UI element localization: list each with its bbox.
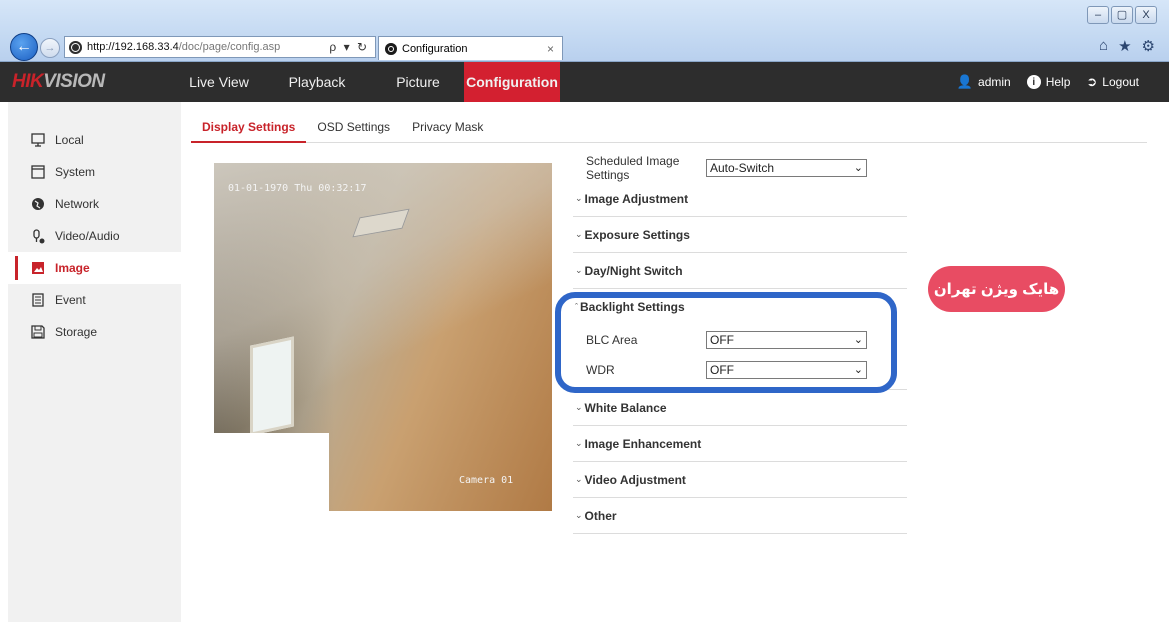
- user-menu[interactable]: 👤 admin: [957, 74, 1011, 90]
- mic-icon: [30, 228, 45, 244]
- logout-icon: ➲: [1086, 74, 1098, 89]
- back-button[interactable]: ←: [10, 33, 38, 61]
- window-controls: – ▢ X: [1087, 6, 1157, 24]
- forward-button[interactable]: →: [40, 38, 60, 58]
- section-white-balance[interactable]: ⌄ White Balance: [573, 390, 907, 426]
- nav-playback[interactable]: Playback: [262, 62, 372, 102]
- nav-configuration[interactable]: Configuration: [464, 62, 560, 102]
- osd-timestamp: 01-01-1970 Thu 00:32:17: [228, 183, 367, 194]
- user-icon: 👤: [956, 74, 974, 89]
- tab-close-icon[interactable]: ×: [547, 42, 554, 56]
- sub-tabs: Display Settings OSD Settings Privacy Ma…: [191, 112, 1147, 143]
- help-icon: i: [1026, 75, 1041, 89]
- url-path: /doc/page/config.asp: [178, 41, 281, 53]
- minimize-button[interactable]: –: [1087, 6, 1109, 24]
- osd-camera-name: Camera 01: [459, 475, 514, 486]
- maximize-button[interactable]: ▢: [1111, 6, 1133, 24]
- home-icon[interactable]: ⌂: [1099, 37, 1108, 55]
- gear-icon[interactable]: ⚙: [1142, 37, 1155, 55]
- user-area: 👤 admin i Help ➲ Logout: [957, 62, 1139, 102]
- browser-tab[interactable]: Configuration ×: [378, 36, 563, 60]
- scheduled-image-settings-select[interactable]: Auto-Switch ⌄: [706, 159, 867, 177]
- chevron-down-icon: ⌄: [575, 438, 583, 448]
- page-icon: [69, 40, 82, 54]
- tab-privacy-mask[interactable]: Privacy Mask: [401, 112, 494, 143]
- sidebar-item-image[interactable]: Image: [8, 252, 181, 284]
- live-preview[interactable]: 01-01-1970 Thu 00:32:17 Camera 01: [214, 163, 552, 511]
- nav-picture[interactable]: Picture: [372, 62, 464, 102]
- tab-osd-settings[interactable]: OSD Settings: [306, 112, 401, 143]
- favicon-icon: [385, 42, 397, 55]
- arrow-right-icon: →: [44, 42, 56, 54]
- sidebar-item-storage[interactable]: Storage: [8, 316, 181, 348]
- sidebar-item-label: Video/Audio: [55, 229, 120, 243]
- chevron-down-icon: ⌄: [575, 474, 583, 484]
- chevron-down-icon: ⌄: [575, 402, 583, 412]
- sidebar-item-label: System: [55, 165, 96, 179]
- sidebar-item-label: Event: [55, 293, 86, 307]
- chevron-down-icon: ⌄: [575, 193, 583, 203]
- sidebar: Local System Network Video/Audio Image E…: [8, 102, 181, 622]
- browser-chrome: – ▢ X ← → http://192.168.33.4 /doc/page/…: [0, 0, 1169, 62]
- star-icon[interactable]: ★: [1118, 37, 1131, 55]
- section-image-enhancement[interactable]: ⌄ Image Enhancement: [573, 426, 907, 462]
- globe-icon: [30, 197, 45, 212]
- watermark-badge: هایک ویژن تهران: [928, 266, 1065, 312]
- backlight-highlight-frame: [555, 292, 897, 393]
- scheduled-image-settings-label: Scheduled Image Settings: [586, 154, 680, 182]
- tab-title: Configuration: [402, 42, 468, 55]
- chevron-down-icon: ⌄: [575, 265, 583, 275]
- section-image-adjustment[interactable]: ⌄ Image Adjustment: [573, 181, 907, 217]
- url-host: http://192.168.33.4: [87, 41, 179, 53]
- sidebar-item-label: Storage: [55, 325, 98, 339]
- main-nav: Live View Playback Picture Configuration: [176, 62, 560, 102]
- sidebar-item-event[interactable]: Event: [8, 284, 181, 316]
- sidebar-item-label: Network: [55, 197, 100, 211]
- chevron-down-icon: ⌄: [575, 229, 583, 239]
- browser-toolbar-icons: ⌂ ★ ⚙: [1099, 37, 1155, 55]
- window-image-detail: [250, 336, 294, 436]
- list-icon: [30, 293, 45, 308]
- monitor-icon: [30, 133, 45, 148]
- sidebar-item-label: Image: [55, 261, 90, 275]
- window-icon: [30, 165, 45, 180]
- section-video-adjustment[interactable]: ⌄ Video Adjustment: [573, 462, 907, 498]
- search-refresh-icon[interactable]: ρ ▾ ↻: [329, 40, 369, 54]
- sidebar-item-label: Local: [55, 133, 84, 147]
- arrow-left-icon: ←: [16, 38, 32, 55]
- section-day-night-switch[interactable]: ⌄ Day/Night Switch: [573, 253, 907, 289]
- sidebar-item-system[interactable]: System: [8, 156, 181, 188]
- nav-live-view[interactable]: Live View: [176, 62, 262, 102]
- sidebar-item-network[interactable]: Network: [8, 188, 181, 220]
- help-link[interactable]: i Help: [1026, 75, 1070, 89]
- logout-link[interactable]: ➲ Logout: [1086, 74, 1139, 90]
- hikvision-logo: HIKVISION: [12, 71, 105, 92]
- address-bar[interactable]: http://192.168.33.4 /doc/page/config.asp…: [64, 36, 376, 58]
- image-icon: [30, 261, 45, 276]
- sidebar-item-local[interactable]: Local: [8, 124, 181, 156]
- scheduled-image-settings-row: Scheduled Image Settings Auto-Switch ⌄: [573, 154, 907, 182]
- tab-display-settings[interactable]: Display Settings: [191, 112, 307, 143]
- close-window-button[interactable]: X: [1135, 6, 1157, 24]
- sidebar-item-video-audio[interactable]: Video/Audio: [8, 220, 181, 252]
- chevron-down-icon: ⌄: [575, 510, 583, 520]
- section-other[interactable]: ⌄ Other: [573, 498, 907, 534]
- section-exposure-settings[interactable]: ⌄ Exposure Settings: [573, 217, 907, 253]
- chevron-down-icon: ⌄: [853, 162, 863, 174]
- disk-icon: [30, 325, 45, 340]
- app-header: HIKVISION Live View Playback Picture Con…: [0, 62, 1169, 102]
